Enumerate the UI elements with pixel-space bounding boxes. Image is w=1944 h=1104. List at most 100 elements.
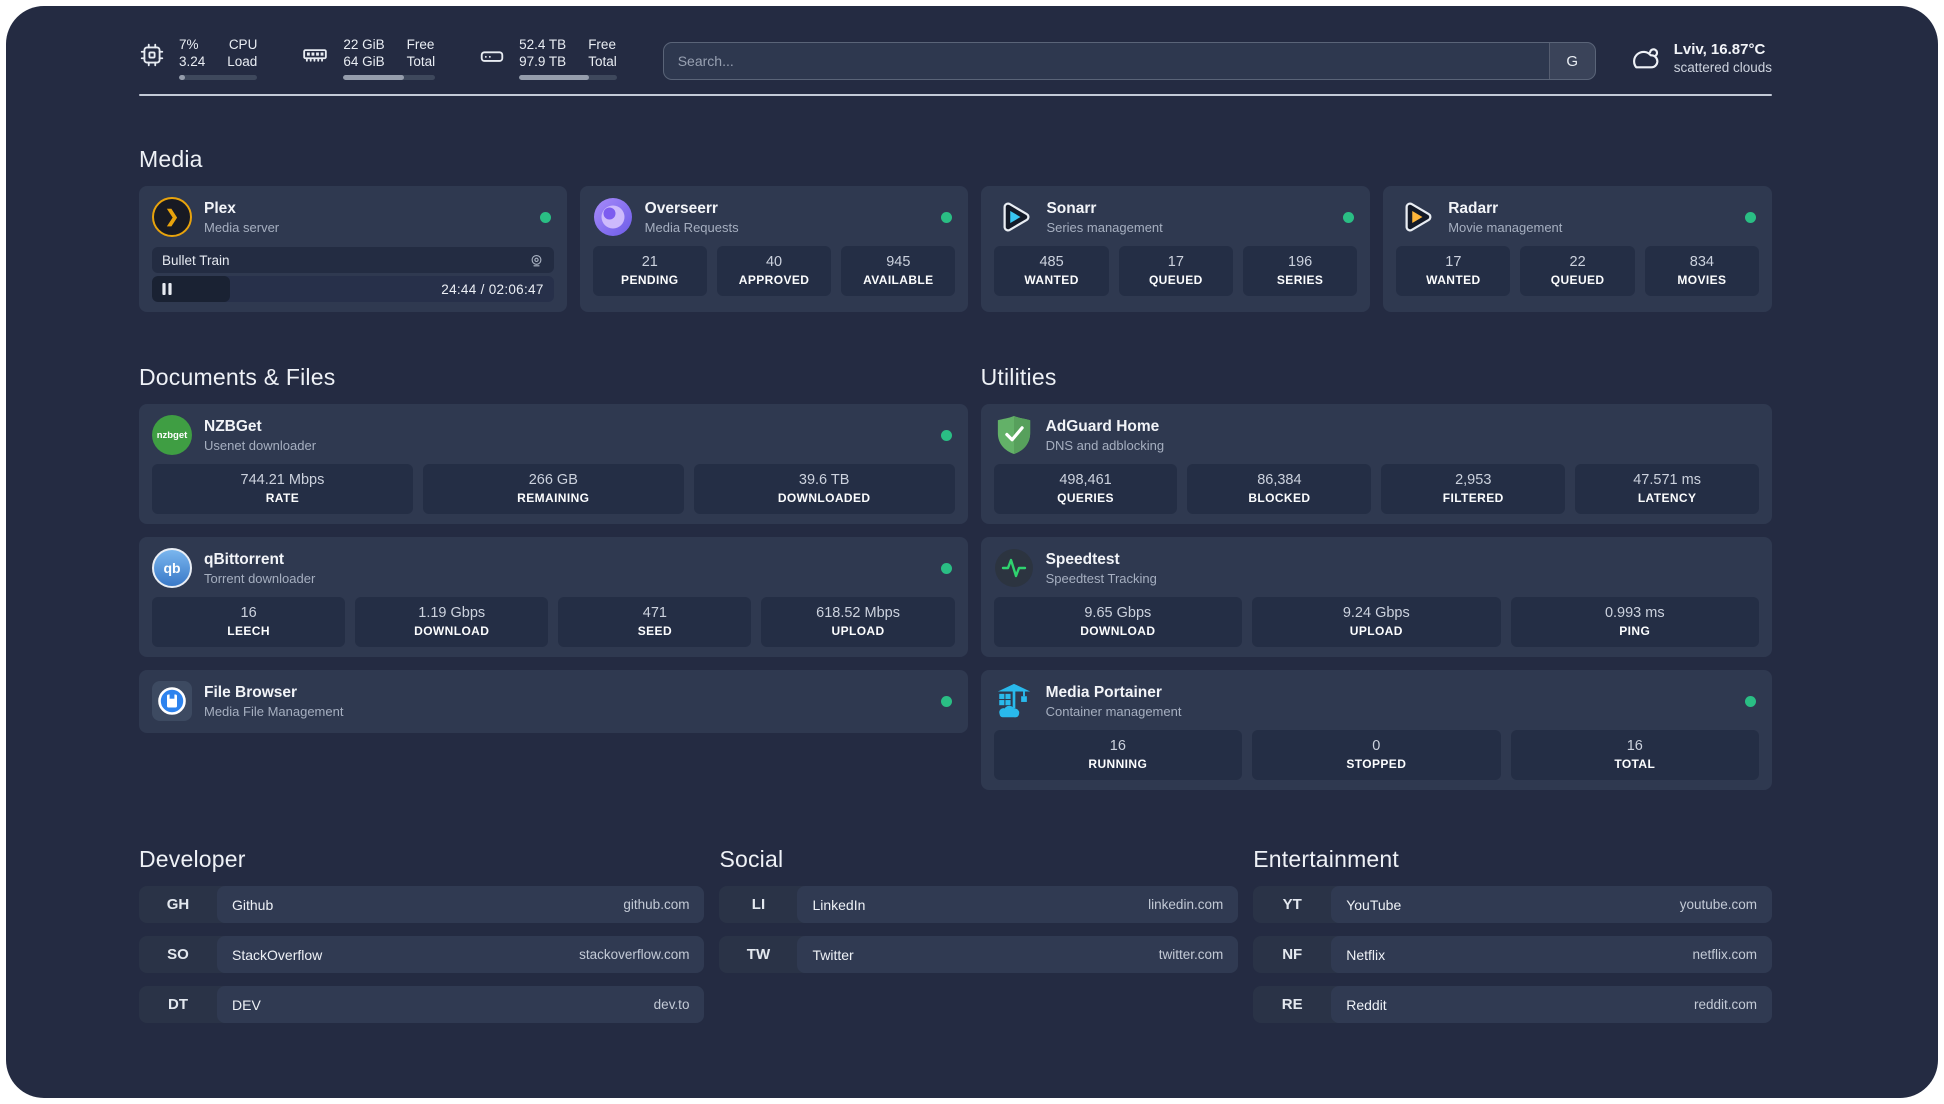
stat-box: 22 QUEUED bbox=[1520, 246, 1635, 296]
stat-box: 17 QUEUED bbox=[1118, 246, 1233, 296]
bookmark-group-social: Social LI LinkedIn linkedin.com TW Twitt… bbox=[719, 846, 1239, 973]
section-utilities: Utilities AdGuard Home DNS and adblockin… bbox=[980, 364, 1772, 790]
stat-box: 39.6 TB DOWNLOADED bbox=[693, 464, 955, 514]
stat-box: 0 STOPPED bbox=[1252, 730, 1501, 780]
cpu-progressbar bbox=[179, 75, 258, 80]
app-card-sonarr[interactable]: Sonarr Series management 485 WANTED 17 Q… bbox=[981, 186, 1371, 312]
app-subtitle: Media File Management bbox=[204, 703, 344, 719]
bookmark-url: twitter.com bbox=[1158, 947, 1224, 962]
status-dot bbox=[1745, 695, 1756, 707]
app-name: Overseerr bbox=[644, 199, 718, 217]
dashboard: 7% 3.24 CPU Load 22 GiB 64 GiB Free Tota… bbox=[6, 6, 1938, 1098]
bookmark-name: StackOverflow bbox=[232, 946, 323, 963]
app-name: File Browser bbox=[204, 683, 298, 701]
bookmark-group-developer: Developer GH Github github.com SO StackO… bbox=[139, 846, 705, 1023]
status-dot bbox=[940, 695, 952, 707]
bookmark-stackoverflow[interactable]: SO StackOverflow stackoverflow.com bbox=[139, 936, 705, 973]
status-dot bbox=[940, 429, 952, 441]
section-title-entertainment: Entertainment bbox=[1253, 846, 1400, 872]
app-card-qbittorrent[interactable]: qb qBittorrent Torrent downloader 16 LEE… bbox=[139, 537, 968, 657]
bookmark-twitter[interactable]: TW Twitter twitter.com bbox=[719, 936, 1239, 973]
section-title-documents: Documents & Files bbox=[139, 364, 336, 390]
now-playing-title: Bullet Train bbox=[162, 252, 230, 268]
app-card-adguard[interactable]: AdGuard Home DNS and adblocking 498,461 … bbox=[980, 404, 1772, 524]
overseerr-logo-icon bbox=[593, 197, 633, 237]
app-card-portainer[interactable]: Media Portainer Container management 16 … bbox=[980, 670, 1772, 790]
bookmark-name: Reddit bbox=[1346, 996, 1387, 1013]
search-input[interactable] bbox=[662, 42, 1596, 80]
bookmark-url: linkedin.com bbox=[1148, 897, 1224, 912]
pause-button[interactable] bbox=[162, 283, 172, 295]
section-title-developer: Developer bbox=[139, 846, 246, 872]
stat-box: 17 WANTED bbox=[1396, 246, 1511, 296]
disk-progressbar bbox=[519, 75, 617, 80]
app-subtitle: Speedtest Tracking bbox=[1045, 570, 1157, 586]
stat-box: 9.65 Gbps DOWNLOAD bbox=[993, 597, 1243, 647]
cpu-labels: CPU Load bbox=[227, 37, 258, 69]
section-title-social: Social bbox=[719, 846, 784, 872]
weather-widget: Lviv, 16.87°C scattered clouds bbox=[1626, 40, 1772, 76]
section-title-media: Media bbox=[139, 146, 203, 172]
bookmark-name: Netflix bbox=[1346, 946, 1386, 963]
bookmark-name: DEV bbox=[232, 996, 261, 1013]
bookmark-group-entertainment: Entertainment YT YouTube youtube.com NF bbox=[1253, 846, 1772, 1023]
playback-progressbar: 24:44 / 02:06:47 bbox=[152, 276, 554, 302]
memory-icon bbox=[303, 49, 328, 62]
bookmark-url: github.com bbox=[623, 897, 690, 912]
app-name: Speedtest bbox=[1045, 550, 1120, 568]
stat-box: 618.52 Mbps UPLOAD bbox=[761, 597, 955, 647]
plex-logo-icon: ❯ bbox=[152, 197, 192, 237]
qbittorrent-logo-icon: qb bbox=[152, 548, 192, 588]
stat-box: 498,461 QUERIES bbox=[993, 464, 1178, 514]
bookmark-github[interactable]: GH Github github.com bbox=[139, 886, 705, 923]
now-playing-widget: Bullet Train 24:44 / 02:06:47 bbox=[152, 247, 554, 302]
bookmark-dev[interactable]: DT DEV dev.to bbox=[139, 986, 705, 1023]
status-dot bbox=[1745, 211, 1756, 223]
stat-box: 834 MOVIES bbox=[1644, 246, 1760, 296]
stat-box: 266 GB REMAINING bbox=[422, 464, 684, 514]
memory-labels: Free Total bbox=[406, 37, 436, 69]
stat-box: 0.993 ms PING bbox=[1510, 597, 1759, 647]
stat-box: 86,384 BLOCKED bbox=[1187, 464, 1372, 514]
app-card-filebrowser[interactable]: File Browser Media File Management bbox=[139, 670, 968, 733]
stat-box: 9.24 Gbps UPLOAD bbox=[1252, 597, 1501, 647]
bookmark-name: YouTube bbox=[1346, 896, 1402, 913]
portainer-logo-icon bbox=[994, 681, 1034, 721]
stat-box: 47.571 ms LATENCY bbox=[1575, 464, 1760, 514]
app-card-plex[interactable]: ❯ Plex Media server Bullet Train 24:44 /… bbox=[139, 186, 567, 312]
bookmark-abbr: LI bbox=[751, 896, 766, 913]
bookmark-linkedin[interactable]: LI LinkedIn linkedin.com bbox=[719, 886, 1239, 923]
section-media: Media ❯ Plex Media server Bullet Train 2… bbox=[139, 146, 1772, 312]
bookmark-abbr: YT bbox=[1282, 896, 1302, 913]
weather-condition: scattered clouds bbox=[1673, 60, 1772, 75]
bookmark-reddit[interactable]: RE Reddit reddit.com bbox=[1253, 986, 1772, 1023]
bookmark-url: dev.to bbox=[653, 997, 690, 1012]
bookmark-name: Github bbox=[232, 896, 274, 913]
header: 7% 3.24 CPU Load 22 GiB 64 GiB Free Tota… bbox=[139, 36, 1772, 80]
metric-cpu: 7% 3.24 CPU Load bbox=[139, 36, 258, 80]
stat-box: 16 TOTAL bbox=[1510, 730, 1759, 780]
status-dot bbox=[941, 211, 953, 223]
app-subtitle: Media server bbox=[204, 219, 280, 235]
stat-box: 2,953 FILTERED bbox=[1381, 464, 1566, 514]
status-dot bbox=[539, 211, 551, 223]
app-card-radarr[interactable]: Radarr Movie management 17 WANTED 22 QUE… bbox=[1383, 186, 1772, 312]
app-card-nzbget[interactable]: nzbget NZBGet Usenet downloader 744.21 M… bbox=[139, 404, 968, 524]
app-name: Radarr bbox=[1448, 199, 1499, 217]
main-content: 7% 3.24 CPU Load 22 GiB 64 GiB Free Tota… bbox=[6, 6, 1938, 1053]
bookmark-netflix[interactable]: NF Netflix netflix.com bbox=[1253, 936, 1772, 973]
app-card-overseerr[interactable]: Overseerr Media Requests 21 PENDING 40 A… bbox=[579, 186, 969, 312]
section-documents: Documents & Files nzbget NZBGet Usenet d… bbox=[139, 364, 968, 733]
bookmark-name: Twitter bbox=[812, 946, 854, 963]
bookmark-url: stackoverflow.com bbox=[579, 947, 690, 962]
stat-box: 945 AVAILABLE bbox=[841, 246, 956, 296]
memory-progressbar bbox=[343, 75, 436, 80]
bookmark-abbr: SO bbox=[167, 946, 189, 963]
bookmark-youtube[interactable]: YT YouTube youtube.com bbox=[1253, 886, 1772, 923]
playback-time: 24:44 / 02:06:47 bbox=[441, 281, 544, 297]
metric-disk: 52.4 TB 97.9 TB Free Total bbox=[479, 36, 617, 80]
app-card-speedtest[interactable]: Speedtest Speedtest Tracking 9.65 Gbps D… bbox=[980, 537, 1772, 657]
search-engine-button[interactable]: G bbox=[1548, 43, 1595, 79]
stat-box: 21 PENDING bbox=[592, 246, 707, 296]
filebrowser-logo-icon bbox=[152, 681, 192, 721]
